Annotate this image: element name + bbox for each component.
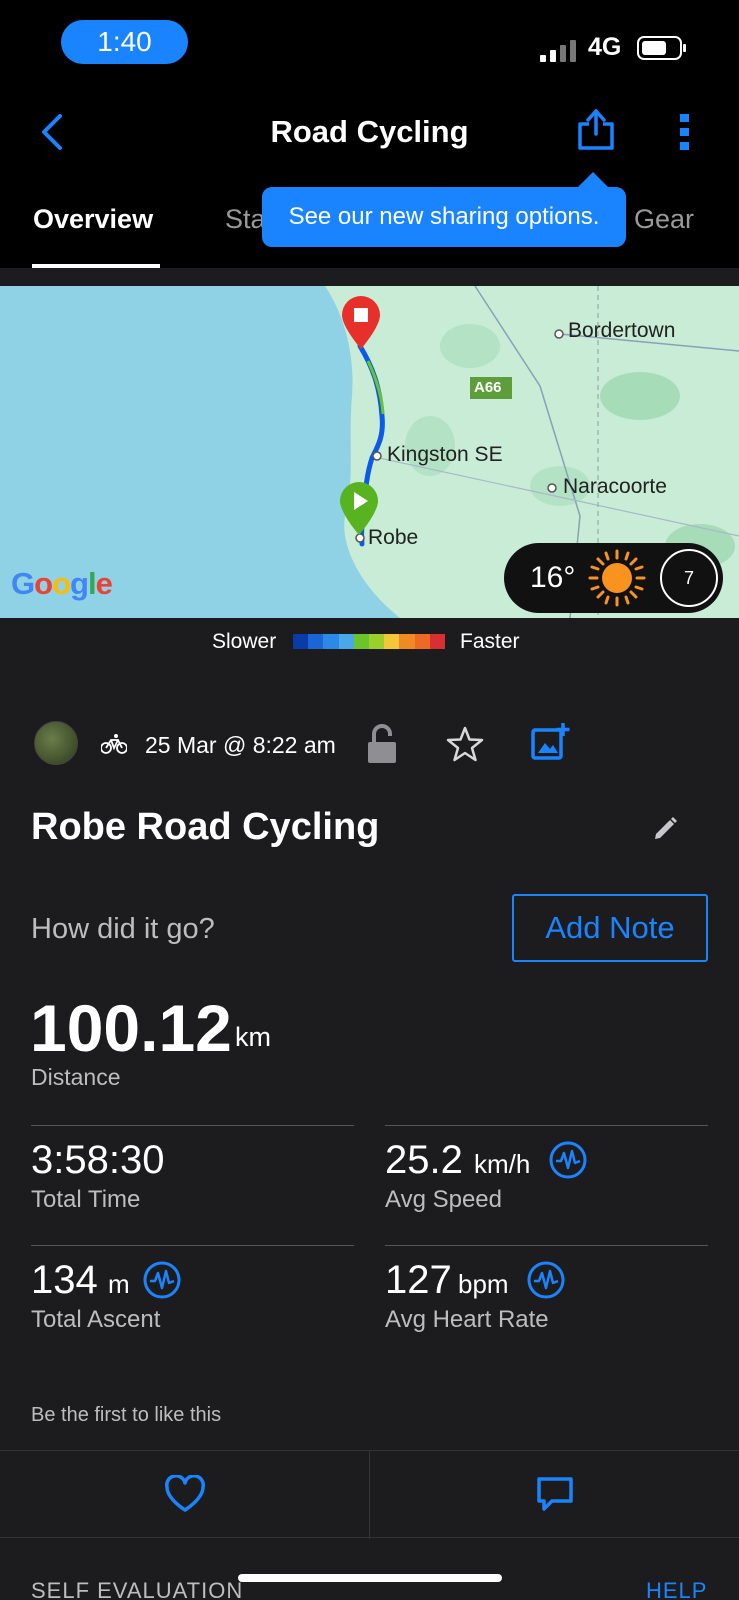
map-label-highway: A66 (474, 379, 502, 396)
legend-color-swatch (414, 634, 430, 649)
legend-fast-label: Faster (460, 630, 520, 653)
status-bar: 1:40 4G (0, 0, 739, 88)
avg-heart-rate-label: Avg Heart Rate (385, 1306, 549, 1333)
legend-color-swatch (399, 634, 415, 649)
activity-date: 25 Mar @ 8:22 am (145, 732, 336, 758)
avatar[interactable] (34, 721, 78, 765)
avg-speed-label: Avg Speed (385, 1186, 502, 1213)
total-ascent-unit: m (108, 1269, 130, 1299)
chart-pulse-icon[interactable] (143, 1261, 181, 1299)
wind-speed-indicator: 7 (660, 549, 718, 607)
total-time-label: Total Time (31, 1186, 141, 1213)
avg-speed-value: 25.2 (385, 1138, 463, 1182)
distance-unit: km (235, 1022, 271, 1052)
tab-stats[interactable]: Sta (225, 204, 266, 235)
legend-color-swatch (308, 634, 324, 649)
network-type: 4G (588, 33, 622, 61)
divider (31, 1125, 354, 1126)
weather-temperature: 16° (530, 561, 576, 594)
sharing-tooltip[interactable]: See our new sharing options. (262, 187, 626, 247)
comment-icon[interactable] (536, 1475, 574, 1513)
google-logo: Google (11, 566, 113, 601)
sun-icon (588, 549, 646, 607)
start-marker-icon[interactable] (338, 481, 380, 537)
tab-overview[interactable]: Overview (33, 204, 153, 235)
finish-marker-icon[interactable] (340, 295, 382, 351)
legend-color-swatch (429, 634, 446, 649)
legend-color-swatch (369, 634, 385, 649)
legend-color-swatch (338, 634, 354, 649)
divider (385, 1125, 708, 1126)
more-options-icon[interactable] (676, 112, 694, 152)
distance-value: 100.12 (30, 991, 232, 1065)
pencil-icon[interactable] (652, 814, 680, 842)
social-action-bar (0, 1450, 739, 1539)
distance-label: Distance (31, 1064, 121, 1090)
like-heart-icon[interactable] (164, 1475, 206, 1513)
legend-color-bar (293, 634, 446, 649)
divider (31, 1245, 354, 1246)
total-time-value: 3:58:30 (31, 1138, 165, 1182)
chart-pulse-icon[interactable] (527, 1261, 565, 1299)
legend-color-swatch (384, 634, 400, 649)
total-ascent-label: Total Ascent (31, 1306, 161, 1333)
tooltip-arrow (577, 172, 609, 188)
weather-widget[interactable]: 16° 7 (504, 543, 723, 613)
help-link[interactable]: HELP (646, 1578, 707, 1600)
legend-color-swatch (293, 634, 309, 649)
self-evaluation-header: SELF EVALUATION (31, 1578, 244, 1600)
how-did-it-go-prompt: How did it go? (31, 913, 215, 945)
bicycle-icon (101, 734, 127, 754)
legend-color-swatch (353, 634, 370, 649)
add-photo-icon[interactable] (531, 722, 571, 762)
battery-icon (637, 36, 686, 60)
total-ascent-value: 134 (31, 1258, 98, 1302)
add-note-button[interactable]: Add Note (512, 894, 708, 962)
avg-heart-rate-value: 127 (385, 1258, 452, 1302)
page-title: Road Cycling (270, 114, 469, 149)
star-icon[interactable] (446, 726, 484, 762)
legend-color-swatch (323, 634, 339, 649)
tab-gear[interactable]: Gear (634, 204, 694, 235)
share-icon[interactable] (576, 106, 616, 150)
map-label-kingston: Kingston SE (387, 443, 503, 466)
active-tab-indicator (32, 264, 160, 268)
divider (385, 1245, 708, 1246)
status-time: 1:40 (61, 20, 188, 64)
map-label-bordertown: Bordertown (568, 319, 676, 342)
map-label-naracoorte: Naracoorte (563, 475, 667, 498)
likes-text: Be the first to like this (31, 1404, 222, 1426)
action-separator (369, 1451, 370, 1539)
legend-slow-label: Slower (212, 630, 277, 653)
avg-heart-rate-unit: bpm (458, 1269, 509, 1299)
signal-icon (540, 40, 576, 62)
avg-speed-unit: km/h (474, 1149, 531, 1179)
chart-pulse-icon[interactable] (549, 1141, 587, 1179)
unlock-icon[interactable] (366, 724, 398, 764)
home-indicator (238, 1574, 502, 1582)
activity-title: Robe Road Cycling (31, 806, 380, 848)
speed-legend: Slower Faster (0, 618, 739, 664)
